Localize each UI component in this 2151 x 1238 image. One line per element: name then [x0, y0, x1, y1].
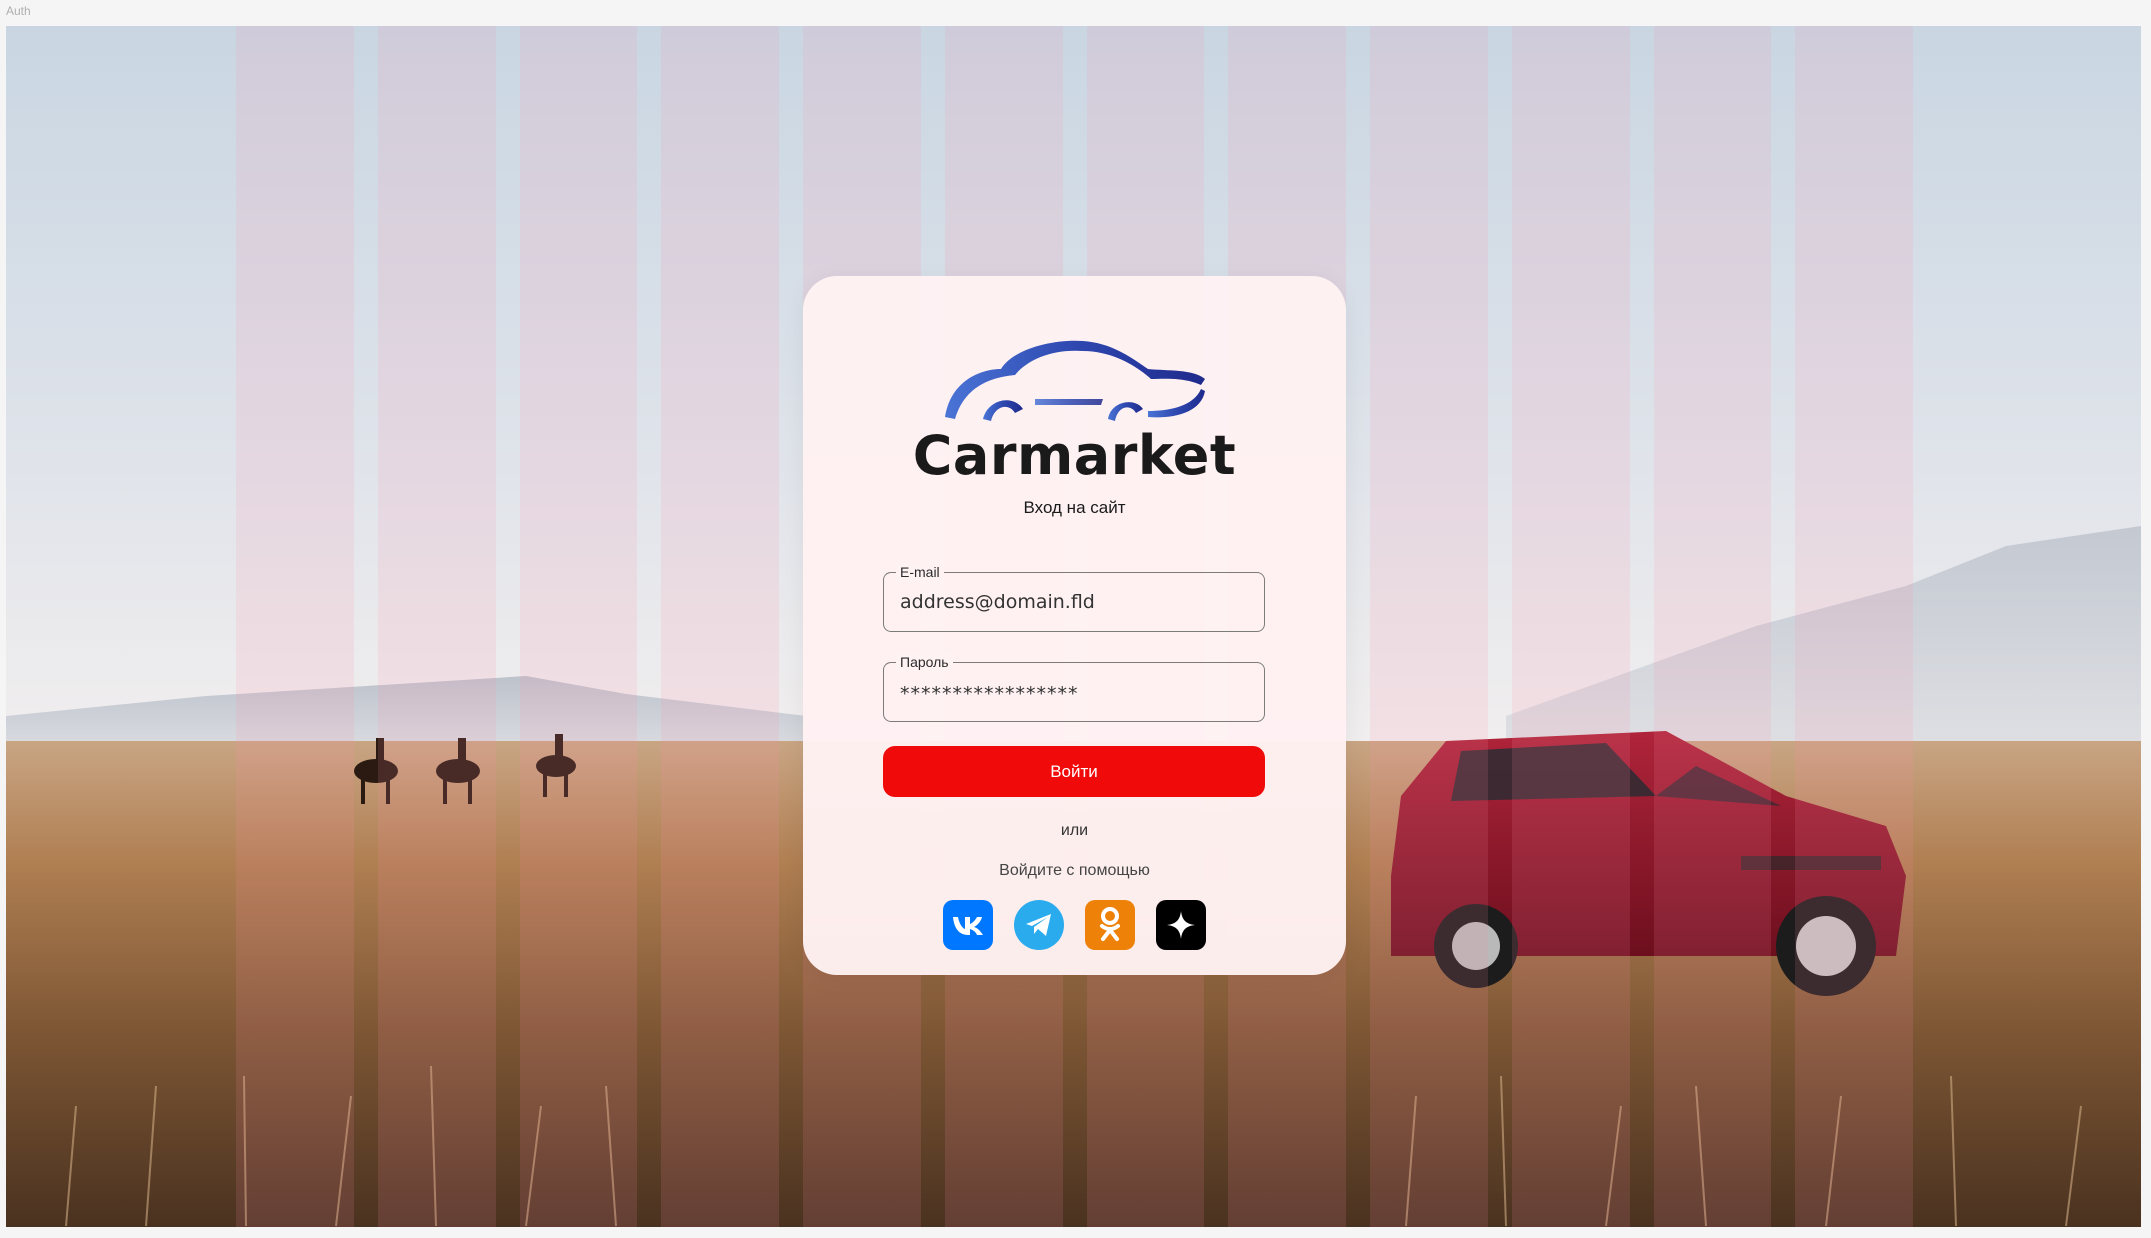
odnoklassniki-icon — [1100, 907, 1120, 941]
login-card: Carmarket Вход на сайт E-mail address@do… — [803, 276, 1346, 975]
telegram-icon — [1026, 914, 1051, 936]
password-field-value[interactable]: ***************** — [900, 683, 1079, 705]
login-button[interactable]: Войти — [883, 746, 1265, 797]
yandex-sparkle-icon — [1167, 911, 1195, 939]
brand-name: Carmarket — [912, 424, 1237, 487]
telegram-login-button[interactable] — [1014, 900, 1064, 950]
email-field-label: E-mail — [896, 563, 944, 581]
or-divider: или — [1060, 822, 1089, 839]
page-subtitle: Вход на сайт — [1023, 498, 1126, 517]
yandex-login-button[interactable] — [1156, 900, 1206, 950]
auth-canvas: Carmarket Вход на сайт E-mail address@do… — [6, 26, 2141, 1227]
password-field[interactable]: Пароль ***************** — [883, 653, 1265, 722]
vk-login-button[interactable] — [943, 900, 993, 950]
frame-label: Auth — [6, 4, 31, 18]
odnoklassniki-login-button[interactable] — [1085, 900, 1135, 950]
social-login-caption: Войдите с помощью — [999, 862, 1150, 879]
email-field-value[interactable]: address@domain.fld — [900, 591, 1095, 613]
email-field[interactable]: E-mail address@domain.fld — [883, 563, 1265, 632]
social-login-buttons — [803, 900, 1346, 950]
car-logo-icon — [945, 340, 1205, 421]
password-field-label: Пароль — [896, 653, 953, 671]
vk-icon — [953, 917, 983, 935]
